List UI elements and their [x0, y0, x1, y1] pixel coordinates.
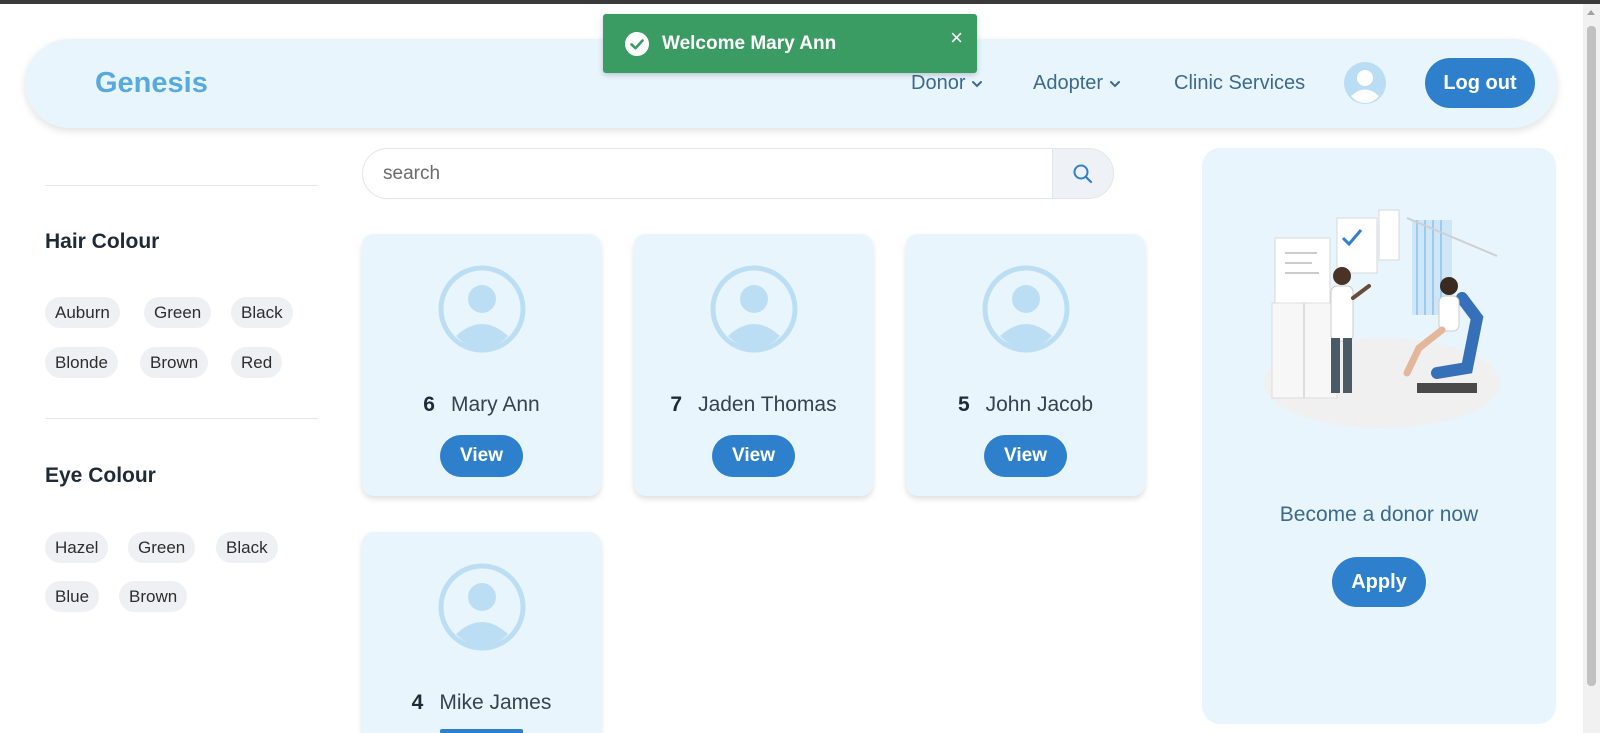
scroll-up-icon[interactable] — [1587, 10, 1595, 15]
chip-hair-black[interactable]: Black — [231, 297, 293, 328]
chip-eye-brown[interactable]: Brown — [119, 581, 188, 612]
nav-adopter-label: Adopter — [1033, 72, 1104, 94]
search-bar — [362, 148, 1114, 199]
donor-name-text: Jaden Thomas — [698, 393, 837, 416]
chip-hair-auburn[interactable]: Auburn — [45, 297, 120, 328]
sidebar-divider — [45, 418, 318, 419]
apply-button[interactable]: Apply — [1332, 557, 1426, 607]
donor-card: 4 Mike James — [362, 532, 601, 733]
chip-hair-green[interactable]: Green — [144, 297, 212, 328]
eye-colour-heading: Eye Colour — [45, 464, 156, 487]
chip-eye-hazel[interactable]: Hazel — [45, 532, 109, 563]
donor-id: 5 — [957, 393, 970, 416]
donor-card: 7 Jaden Thomas View — [634, 234, 873, 496]
user-avatar-icon — [438, 563, 526, 651]
chip-hair-red[interactable]: Red — [231, 347, 283, 378]
donor-name: 6 Mary Ann — [362, 393, 601, 417]
donor-id: 7 — [670, 393, 683, 416]
window-top-border — [0, 0, 1600, 4]
donor-name-text: John Jacob — [985, 393, 1094, 416]
donor-card: 6 Mary Ann View — [362, 234, 601, 496]
user-avatar-icon — [710, 265, 798, 353]
donor-name: 5 John Jacob — [906, 393, 1145, 417]
promo-text: Become a donor now — [1279, 503, 1479, 526]
nav-donor[interactable]: Donor — [911, 72, 983, 95]
chevron-down-icon — [1110, 80, 1121, 87]
nav-clinic-services[interactable]: Clinic Services — [1174, 72, 1305, 95]
donor-id: 4 — [411, 691, 424, 714]
scrollbar-thumb[interactable] — [1587, 26, 1596, 686]
search-icon — [1073, 164, 1093, 183]
donor-promo-panel: Become a donor now Apply — [1202, 148, 1556, 724]
view-donor-button[interactable]: View — [984, 435, 1067, 477]
hair-colour-heading: Hair Colour — [45, 230, 160, 253]
chip-hair-blonde[interactable]: Blonde — [45, 347, 118, 378]
donor-id: 6 — [423, 393, 435, 416]
logout-button[interactable]: Log out — [1425, 58, 1535, 108]
vertical-scrollbar[interactable] — [1583, 4, 1600, 733]
search-input[interactable] — [363, 149, 1053, 198]
sidebar-divider — [45, 185, 318, 186]
donor-name-text: Mary Ann — [450, 393, 540, 416]
chip-eye-green[interactable]: Green — [128, 532, 196, 563]
chip-eye-blue[interactable]: Blue — [45, 581, 100, 612]
nav-clinic-services-label: Clinic Services — [1174, 72, 1306, 94]
search-button[interactable] — [1052, 149, 1113, 198]
check-circle-icon — [625, 32, 649, 56]
donor-name-text: Mike James — [439, 691, 552, 714]
user-avatar-icon — [438, 265, 526, 353]
nav-donor-label: Donor — [911, 72, 966, 94]
close-icon[interactable]: × — [950, 25, 963, 51]
clinic-illustration — [1264, 209, 1500, 428]
toast-message: Welcome Mary Ann — [662, 33, 837, 54]
view-donor-button[interactable]: View — [440, 435, 523, 477]
donor-name: 7 Jaden Thomas — [634, 393, 873, 417]
chevron-down-icon — [972, 80, 983, 87]
user-avatar-icon[interactable] — [1343, 61, 1387, 105]
view-donor-button[interactable] — [440, 729, 523, 733]
chip-hair-brown[interactable]: Brown — [140, 347, 209, 378]
donor-name: 4 Mike James — [362, 691, 601, 715]
user-avatar-icon — [982, 265, 1070, 353]
donor-card: 5 John Jacob View — [906, 234, 1145, 496]
view-donor-button[interactable]: View — [712, 435, 795, 477]
welcome-toast: Welcome Mary Ann × — [603, 14, 977, 73]
chip-eye-black[interactable]: Black — [216, 532, 278, 563]
nav-adopter[interactable]: Adopter — [1033, 72, 1121, 95]
brand-logo[interactable]: Genesis — [95, 67, 208, 100]
